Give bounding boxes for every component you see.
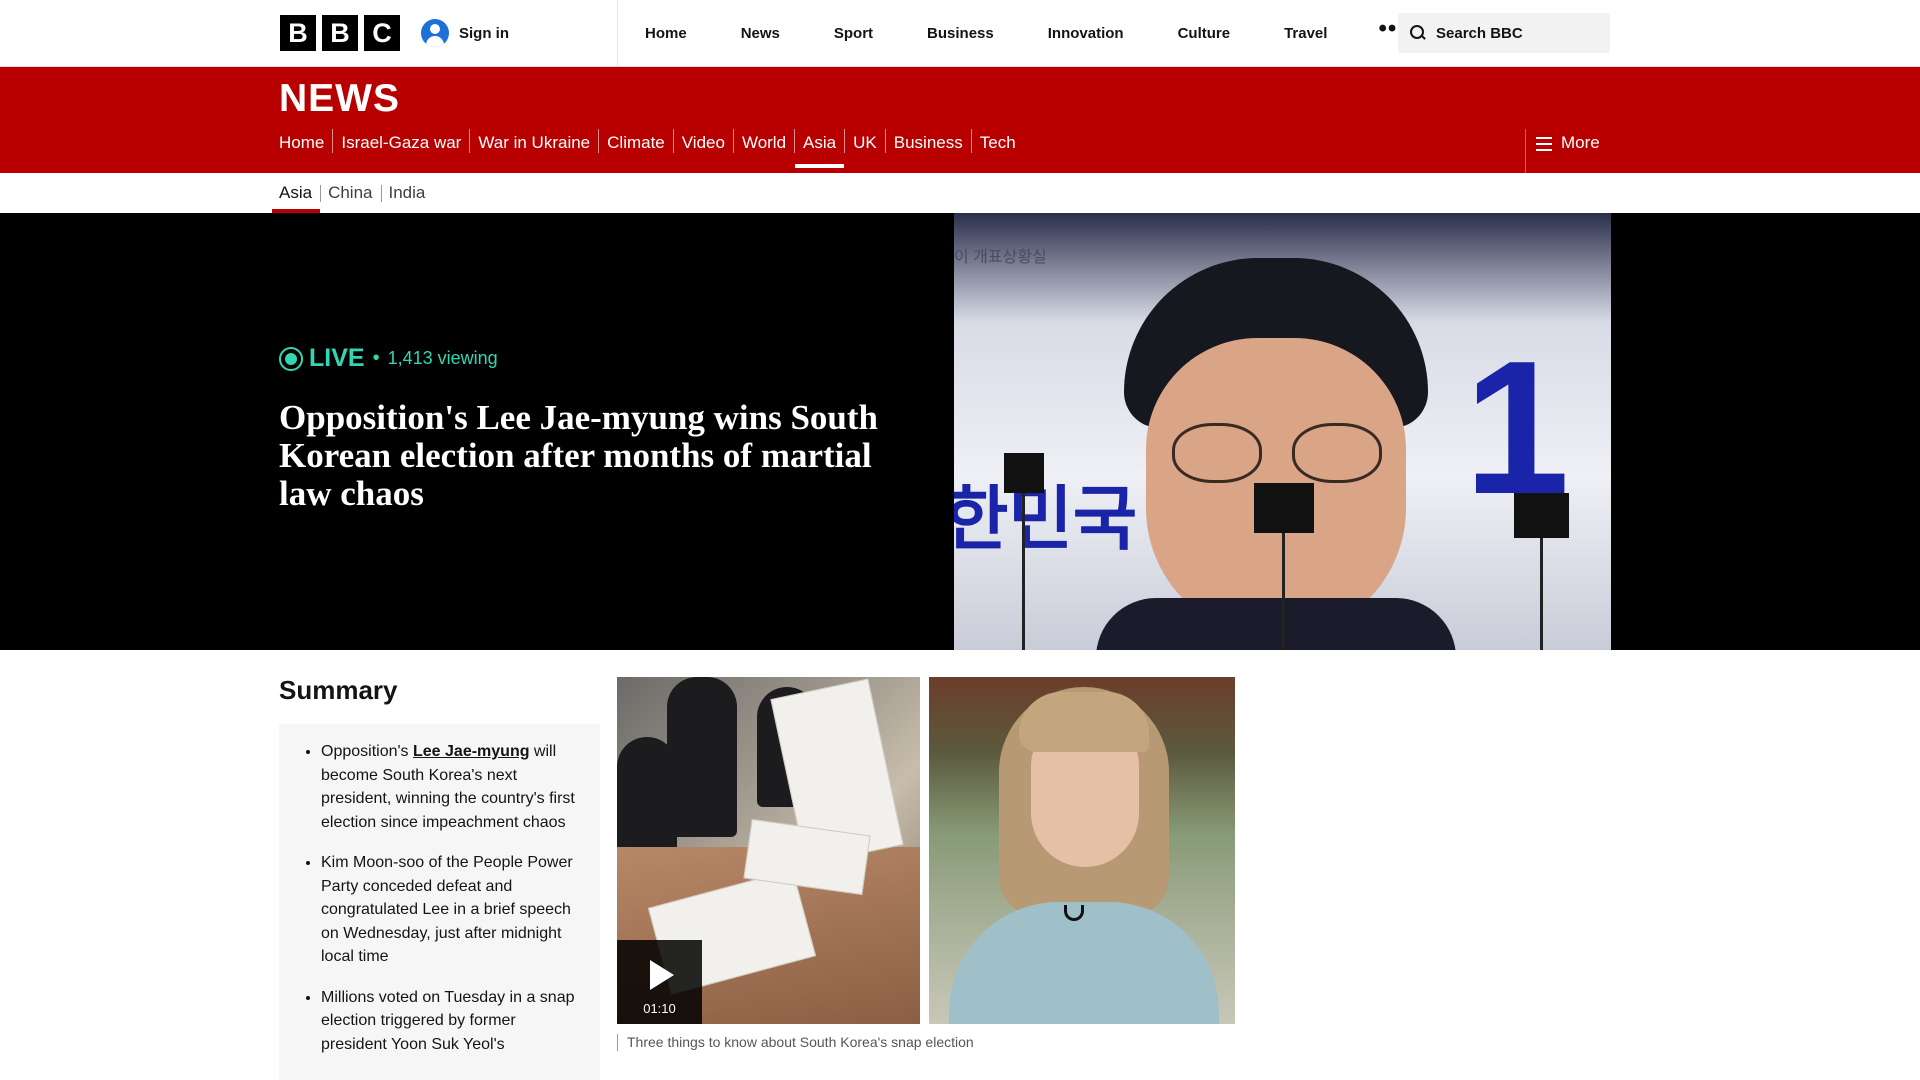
hero-image-banner-text: 한민국 bbox=[954, 480, 1138, 558]
global-nav-travel[interactable]: Travel bbox=[1257, 25, 1354, 42]
account-icon bbox=[421, 19, 449, 47]
hero-image-sign-text: 이 개표상황실 bbox=[954, 249, 1047, 266]
live-label: LIVE bbox=[309, 344, 365, 372]
news-section-nav: Home Israel-Gaza war War in Ukraine Clim… bbox=[279, 129, 1024, 173]
play-button[interactable]: 01:10 bbox=[617, 940, 702, 1024]
sub-nav-asia[interactable]: Asia bbox=[271, 173, 321, 213]
bbc-logo[interactable]: B B C bbox=[280, 15, 400, 51]
reporter-image[interactable] bbox=[929, 677, 1235, 1024]
more-label: More bbox=[1561, 133, 1600, 152]
lee-jae-myung-link[interactable]: Lee Jae-myung bbox=[413, 743, 529, 760]
news-nav-business[interactable]: Business bbox=[884, 129, 971, 153]
more-button[interactable]: More bbox=[1525, 129, 1600, 173]
bbc-logo-letter: B bbox=[280, 15, 316, 51]
sign-in-button[interactable]: Sign in bbox=[421, 19, 509, 47]
search-box[interactable] bbox=[1398, 13, 1610, 53]
live-icon bbox=[279, 346, 303, 371]
summary-item: Kim Moon-soo of the People Power Party c… bbox=[306, 851, 580, 969]
camera-center bbox=[1254, 483, 1314, 533]
viewer-count: 1,413 viewing bbox=[387, 348, 498, 368]
global-header: B B C Sign in Home News Sport Business I… bbox=[0, 0, 1920, 67]
summary-box: Opposition's Lee Jae-myung will become S… bbox=[279, 724, 600, 1080]
hero-headline[interactable]: Opposition's Lee Jae-myung wins South Ko… bbox=[279, 399, 929, 513]
news-header: NEWS Home Israel-Gaza war War in Ukraine… bbox=[0, 67, 1920, 173]
bbc-logo-letter: B bbox=[322, 15, 358, 51]
news-nav-uk[interactable]: UK bbox=[844, 129, 885, 153]
camera-left bbox=[1004, 453, 1044, 493]
news-nav-israel-gaza[interactable]: Israel-Gaza war bbox=[332, 129, 469, 153]
sub-nav-india[interactable]: India bbox=[380, 173, 434, 213]
video-thumbnail[interactable]: 01:10 bbox=[617, 677, 920, 1024]
sub-nav-china[interactable]: China bbox=[320, 173, 380, 213]
global-nav: Home News Sport Business Innovation Cult… bbox=[617, 0, 1431, 66]
news-nav-home[interactable]: Home bbox=[279, 129, 332, 153]
news-logo[interactable]: NEWS bbox=[279, 77, 400, 121]
hero-image[interactable]: 이 개표상황실 한민국 1 bbox=[954, 213, 1611, 650]
global-nav-culture[interactable]: Culture bbox=[1151, 25, 1258, 42]
camera-right bbox=[1514, 493, 1569, 538]
sign-in-label: Sign in bbox=[459, 24, 509, 42]
news-nav-video[interactable]: Video bbox=[672, 129, 733, 153]
news-nav-asia[interactable]: Asia bbox=[794, 129, 845, 168]
video-duration: 01:10 bbox=[643, 1001, 676, 1016]
news-nav-climate[interactable]: Climate bbox=[598, 129, 673, 153]
global-nav-home[interactable]: Home bbox=[618, 25, 714, 42]
news-nav-world[interactable]: World bbox=[732, 129, 794, 153]
summary-item: Millions voted on Tuesday in a snap elec… bbox=[306, 986, 580, 1057]
global-nav-innovation[interactable]: Innovation bbox=[1021, 25, 1151, 42]
live-indicator: LIVE • 1,413 viewing bbox=[279, 344, 498, 373]
search-input[interactable] bbox=[1436, 24, 1596, 42]
video-caption: Three things to know about South Korea's… bbox=[617, 1034, 974, 1051]
sub-nav: Asia China India bbox=[271, 173, 434, 213]
search-icon bbox=[1410, 25, 1426, 41]
hero-live-banner[interactable]: LIVE • 1,413 viewing Opposition's Lee Ja… bbox=[0, 213, 1920, 650]
bbc-logo-letter: C bbox=[364, 15, 400, 51]
summary-list: Opposition's Lee Jae-myung will become S… bbox=[306, 740, 580, 1056]
live-separator: • bbox=[372, 347, 380, 369]
global-nav-news[interactable]: News bbox=[714, 25, 807, 42]
news-nav-ukraine[interactable]: War in Ukraine bbox=[469, 129, 598, 153]
summary-title: Summary bbox=[279, 675, 398, 705]
menu-icon bbox=[1536, 137, 1552, 151]
candidate-portrait bbox=[1096, 258, 1456, 650]
summary-item: Opposition's Lee Jae-myung will become S… bbox=[306, 740, 580, 834]
global-nav-sport[interactable]: Sport bbox=[807, 25, 900, 42]
news-nav-tech[interactable]: Tech bbox=[970, 129, 1024, 153]
global-nav-business[interactable]: Business bbox=[900, 25, 1021, 42]
play-icon bbox=[650, 960, 674, 990]
